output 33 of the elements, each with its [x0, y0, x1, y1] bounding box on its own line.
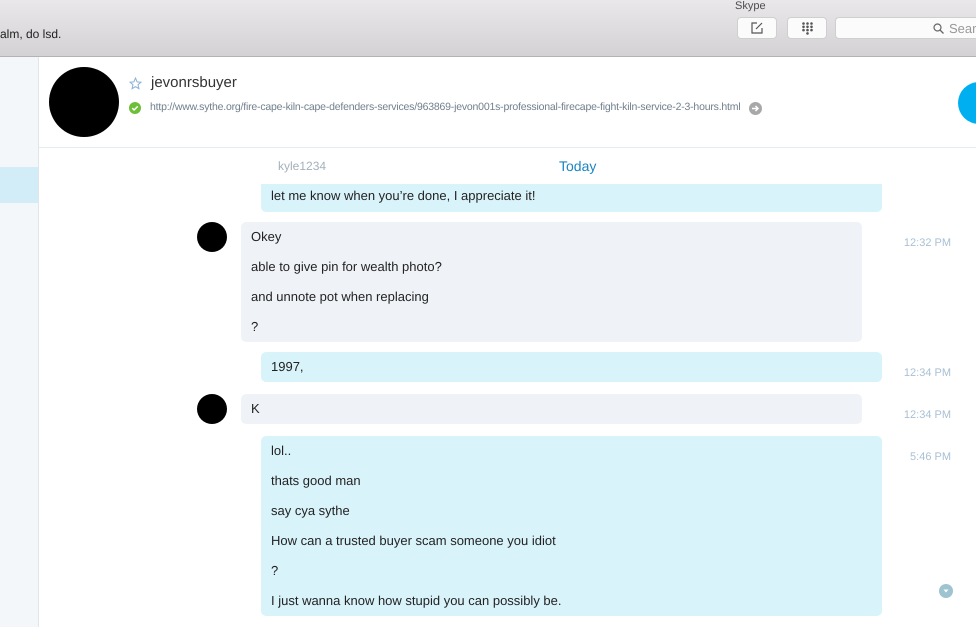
status-text: alm, do lsd. [0, 26, 62, 43]
message-text: let me know when you’re done, I appreciate it! [271, 187, 536, 205]
message-time: 12:32 PM [904, 237, 951, 249]
dialpad-icon [802, 22, 812, 34]
message-text: Okey [251, 228, 282, 246]
message-text: ? [271, 562, 280, 580]
message-time: 12:34 PM [904, 367, 951, 379]
message-time: 5:46 PM [910, 451, 951, 463]
scroll-down-icon[interactable] [939, 584, 953, 598]
sender-name: kyle1234 [278, 158, 326, 175]
edit-icon [751, 22, 763, 34]
message-text: 1997, [271, 358, 305, 376]
mood-message: http://www.sythe.org/fire-cape-kiln-cape-defenders-services/963869-jevon001s-professional-firecape-fight-kiln-service-2-3-hours.html [150, 100, 740, 116]
star-icon[interactable] [129, 76, 142, 90]
search-icon [933, 23, 944, 34]
search-field[interactable]: Sear [835, 17, 976, 39]
contact-name: jevonrsbuyer [151, 72, 237, 93]
message-text: How can a trusted buyer scam someone you idiot [271, 532, 557, 550]
message-text: I just wanna know how stupid you can possibly be. [271, 592, 563, 610]
message-text: lol.. [271, 442, 292, 460]
compose-button[interactable] [737, 17, 777, 39]
date-label: Today [559, 156, 596, 176]
avatar [197, 222, 227, 252]
message-text: say cya sythe [271, 502, 351, 520]
dialpad-button[interactable] [787, 17, 827, 39]
message-text: K [251, 400, 261, 418]
message-text: thats good man [271, 472, 362, 490]
window-title: Skype [735, 0, 766, 12]
message-time: 12:34 PM [904, 409, 951, 421]
message-text: ? [251, 318, 260, 336]
message-text: and unnote pot when replacing [251, 288, 430, 306]
avatar [197, 394, 227, 424]
message-text: able to give pin for wealth photo? [251, 258, 443, 276]
